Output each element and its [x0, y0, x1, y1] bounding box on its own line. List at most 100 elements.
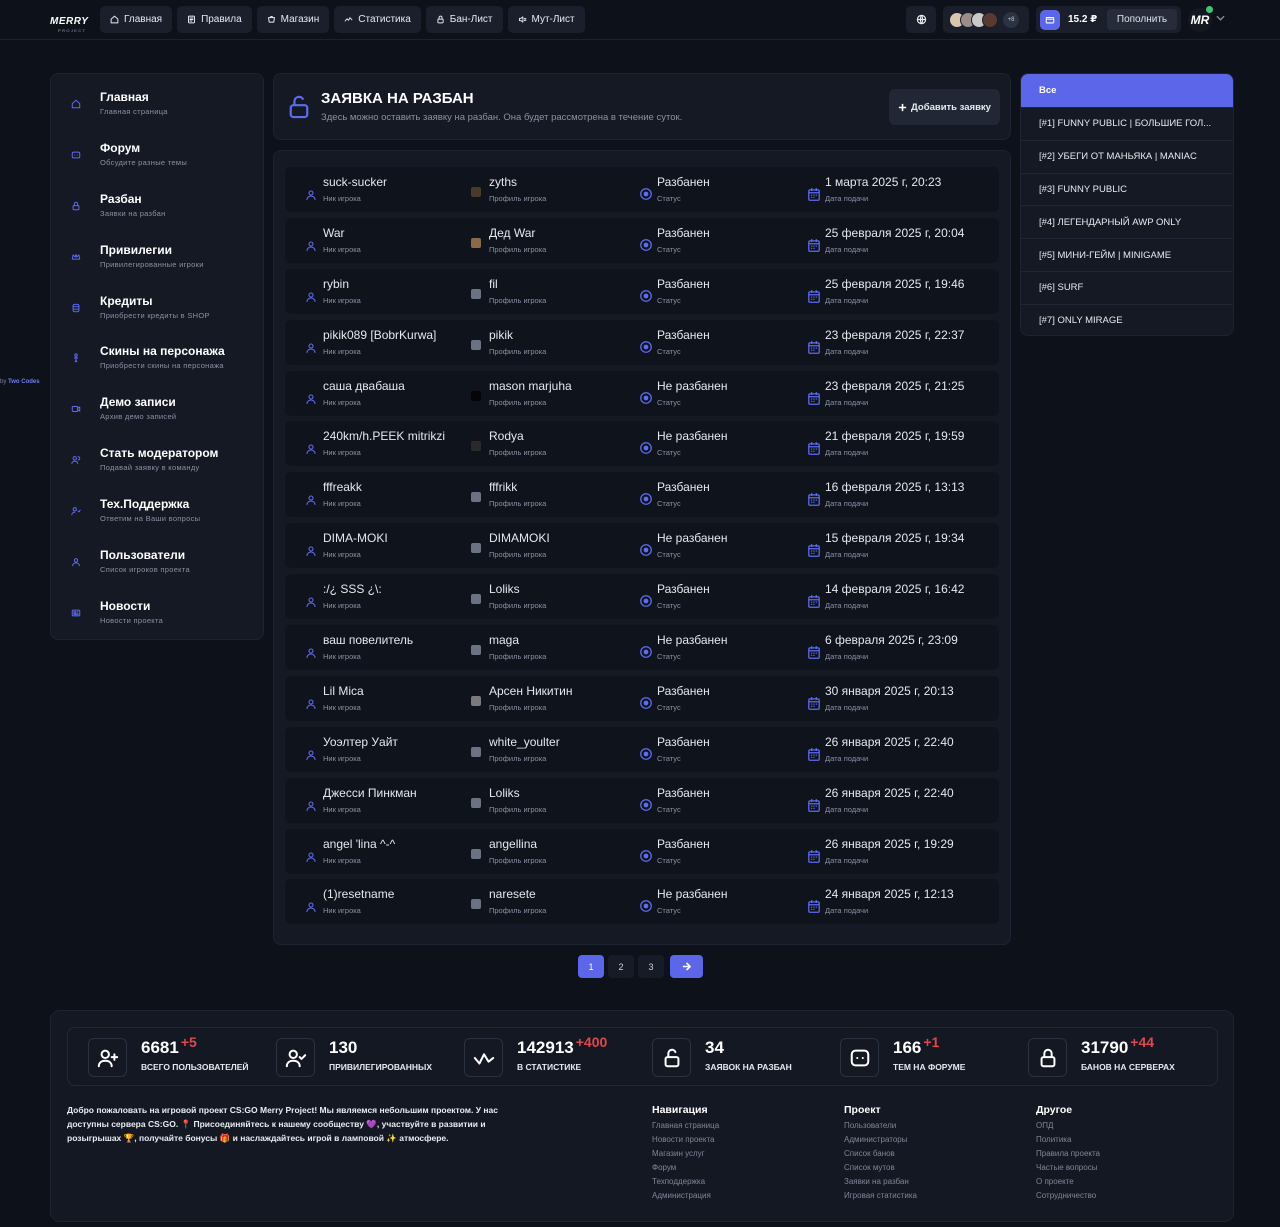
footer-link[interactable]: Частые вопросы: [1036, 1161, 1100, 1175]
crown-icon-wrap: [71, 252, 81, 262]
player-profile[interactable]: maga: [489, 633, 519, 647]
sidebar-item[interactable]: Стать модератором Подавай заявку в команд…: [51, 440, 263, 491]
footer-link[interactable]: Магазин услуг: [652, 1147, 719, 1161]
player-profile[interactable]: pikik: [489, 328, 513, 342]
table-row[interactable]: Уоэлтер Уайт Ник игрока white_youlter Профи…: [285, 726, 999, 772]
table-row[interactable]: ваш повелитель Ник игрока maga Профиль игро…: [285, 625, 999, 671]
player-profile[interactable]: DIMAMOKI: [489, 531, 550, 545]
submit-date: 25 февраля 2025 г, 19:46: [825, 276, 965, 291]
stat-icon-box: [464, 1038, 503, 1077]
player-profile-label: Профиль игрока: [489, 499, 547, 509]
server-filter-item[interactable]: [#2] УБЕГИ ОТ МАНЬЯКА | MANIAC: [1021, 141, 1233, 174]
table-row[interactable]: pikik089 [BobrKurwa] Ник игрока pikik Профи…: [285, 319, 999, 365]
footer-link[interactable]: Список банов: [844, 1147, 917, 1161]
sidebar-item[interactable]: Кредиты Приобрести кредиты в SHOP: [51, 288, 263, 339]
next-page-button[interactable]: [670, 955, 703, 978]
sidebar-item[interactable]: Тех.Поддержка Ответим на Ваши вопросы: [51, 491, 263, 542]
server-filter-item[interactable]: [#6] SURF: [1021, 272, 1233, 305]
footer-link[interactable]: Пользователи: [844, 1119, 917, 1133]
table-row[interactable]: angel 'lina ^-^ Ник игрока angellina Профил…: [285, 828, 999, 874]
server-filter-item[interactable]: Все: [1021, 74, 1233, 108]
table-row[interactable]: War Ник игрока Дед War Профиль игрока Разбан…: [285, 217, 999, 263]
table-row[interactable]: DIMA-MOKI Ник игрока DIMAMOKI Профиль игрок…: [285, 523, 999, 569]
server-filter-item[interactable]: [#7] ONLY MIRAGE: [1021, 305, 1233, 335]
sidebar-item[interactable]: Привилегии Привилегированные игроки: [51, 237, 263, 288]
table-row[interactable]: fffreakk Ник игрока fffrikk Профиль игрока Р…: [285, 472, 999, 518]
player-profile[interactable]: fil: [489, 277, 498, 291]
nav-mute[interactable]: Мут-Лист: [507, 6, 585, 33]
nav-stats[interactable]: Статистика: [334, 6, 421, 33]
sidebar-item[interactable]: Главная Главная страница: [51, 84, 263, 135]
player-profile[interactable]: Rodya: [489, 429, 524, 443]
footer-link[interactable]: Новости проекта: [652, 1133, 719, 1147]
server-filter-item[interactable]: [#4] ЛЕГЕНДАРНЫЙ AWP ONLY: [1021, 206, 1233, 240]
footer-link[interactable]: Сотрудничество: [1036, 1189, 1100, 1203]
footer-link[interactable]: Список мутов: [844, 1161, 917, 1175]
sidebar-item[interactable]: Демо записи Архив демо записей: [51, 389, 263, 440]
language-button[interactable]: [906, 6, 936, 33]
footer-link[interactable]: О проекте: [1036, 1175, 1100, 1189]
profile-avatar: [471, 695, 481, 706]
table-row[interactable]: (1)resetname Ник игрока naresete Профиль иг…: [285, 879, 999, 925]
status-icon: [640, 595, 652, 608]
table-row[interactable]: саша двабаша Ник игрока mason marjuha Профи…: [285, 370, 999, 416]
player-profile[interactable]: angellina: [489, 837, 537, 851]
page-1-button[interactable]: 1: [578, 955, 604, 978]
credit[interactable]: by Two Codes: [0, 379, 40, 385]
sidebar-item[interactable]: Новости Новости проекта: [51, 593, 263, 644]
nav-shop[interactable]: Магазин: [256, 6, 330, 33]
sidebar-item[interactable]: Пользователи Список игроков проекта: [51, 542, 263, 593]
footer-link[interactable]: Политика: [1036, 1133, 1100, 1147]
player-profile[interactable]: Loliks: [489, 582, 520, 596]
server-filter-item[interactable]: [#1] FUNNY PUBLIC | БОЛЬШИЕ ГОЛ...: [1021, 108, 1233, 141]
sidebar-item[interactable]: Разбан Заявки на разбан: [51, 186, 263, 237]
page-3-button[interactable]: 3: [638, 955, 664, 978]
stat-value: 166: [893, 1038, 922, 1057]
player-profile[interactable]: naresete: [489, 887, 536, 901]
footer-link[interactable]: Техподдержка: [652, 1175, 719, 1189]
nav-rules[interactable]: Правила: [177, 6, 252, 33]
logo[interactable]: MERRY PROJECT: [50, 12, 88, 33]
stats-icon: [344, 17, 353, 22]
table-row[interactable]: suck-sucker Ник игрока zyths Профиль игрока…: [285, 167, 999, 212]
submit-date: 23 февраля 2025 г, 22:37: [825, 327, 965, 342]
player-profile[interactable]: Loliks: [489, 786, 520, 800]
player-profile[interactable]: Дед War: [489, 226, 535, 240]
status-label: Статус: [657, 448, 681, 458]
page-2-button[interactable]: 2: [608, 955, 634, 978]
topup-button[interactable]: Пополнить: [1107, 9, 1177, 30]
submit-date: 26 января 2025 г, 22:40: [825, 734, 954, 749]
lock-icon: [72, 201, 80, 211]
nav-lock[interactable]: Бан-Лист: [425, 6, 503, 33]
footer-link[interactable]: Заявки на разбан: [844, 1175, 917, 1189]
footer-link[interactable]: Администрация: [652, 1189, 719, 1203]
stat-icon-box: [1028, 1038, 1067, 1077]
footer-link[interactable]: ОПД: [1036, 1119, 1100, 1133]
footer-link[interactable]: Игровая статистика: [844, 1189, 917, 1203]
table-row[interactable]: Lil Mica Ник игрока Арсен Никитин Профиль и…: [285, 675, 999, 721]
footer-link[interactable]: Главная страница: [652, 1119, 719, 1133]
server-filter-item[interactable]: [#3] FUNNY PUBLIC: [1021, 174, 1233, 207]
footer-link[interactable]: Администраторы: [844, 1133, 917, 1147]
player-profile[interactable]: mason marjuha: [489, 379, 572, 393]
player-profile[interactable]: Арсен Никитин: [489, 684, 572, 698]
player-profile[interactable]: white_youlter: [489, 735, 560, 749]
footer-link[interactable]: Форум: [652, 1161, 719, 1175]
server-filter-item[interactable]: [#5] МИНИ-ГЕЙМ | MINIGAME: [1021, 239, 1233, 272]
table-row[interactable]: Джесси Пинкман Ник игрока Loliks Профиль иг…: [285, 777, 999, 823]
sidebar-item[interactable]: Форум Обсудите разные темы: [51, 135, 263, 186]
online-users[interactable]: +8: [943, 6, 1029, 33]
chevron-down-icon[interactable]: [1216, 15, 1225, 21]
footer-link[interactable]: Правила проекта: [1036, 1147, 1100, 1161]
table-row[interactable]: rybin Ник игрока fil Профиль игрока Разбанен…: [285, 268, 999, 314]
table-row[interactable]: :/¿ SSS ¿\: Ник игрока Loliks Профиль игрок…: [285, 574, 999, 620]
add-request-button[interactable]: Добавить заявку: [889, 89, 1000, 125]
sidebar-item[interactable]: Скины на персонажа Приобрести скины на пе…: [51, 338, 263, 389]
player-profile[interactable]: fffrikk: [489, 480, 517, 494]
user-check-icon: [285, 1049, 306, 1067]
table-row[interactable]: 240km/h.PEEK mitrikzi Ник игрока Rodya Проф…: [285, 421, 999, 467]
stat-item: 34 ЗАЯВОК НА РАЗБАН: [632, 1028, 820, 1085]
nav-home[interactable]: Главная: [100, 6, 173, 33]
player-profile[interactable]: zyths: [489, 175, 517, 189]
unlock-icon: [289, 95, 309, 119]
